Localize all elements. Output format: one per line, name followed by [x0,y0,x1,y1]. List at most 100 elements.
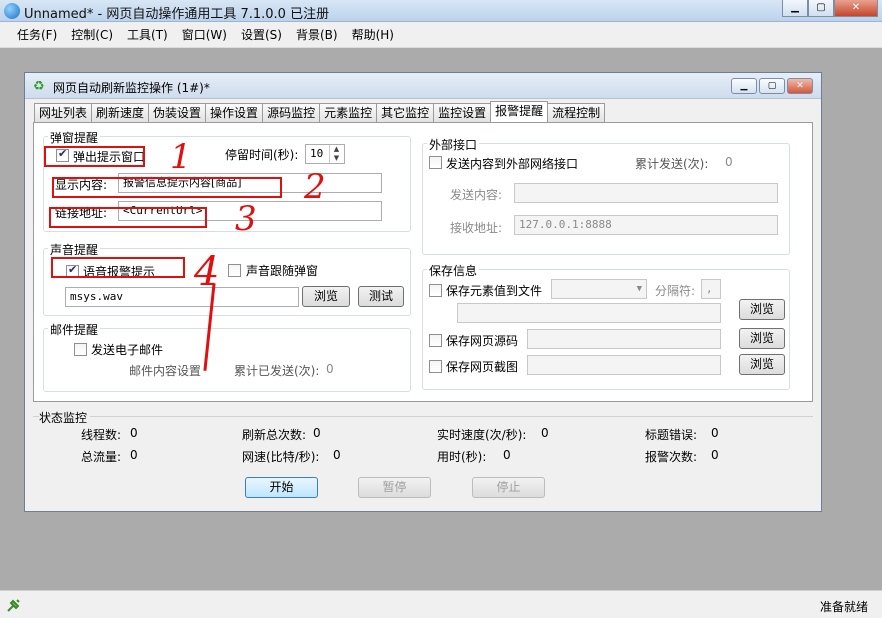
mail-group: 邮件提醒 发送电子邮件 邮件内容设置 累计已发送(次): 0 [43,321,411,392]
tab-source-monitor[interactable]: 源码监控 [262,103,321,122]
save-screenshot-path-input[interactable] [527,355,721,375]
save-element-select[interactable]: ▼ [551,279,647,299]
speed-label: 实时速度(次/秒): [437,428,527,442]
separator-input[interactable]: , [701,279,721,299]
annotation-box-4 [51,257,185,278]
external-receive-label: 接收地址: [450,221,503,235]
menu-window[interactable]: 窗口(W) [175,22,234,47]
tab-url-list[interactable]: 网址列表 [34,103,93,122]
tab-other-monitor[interactable]: 其它监控 [376,103,435,122]
menu-control[interactable]: 控制(C) [64,22,120,47]
status-group-title: 状态监控 [39,409,91,426]
menu-settings[interactable]: 设置(S) [234,22,289,47]
save-element-label: 保存元素值到文件 [446,284,543,298]
pause-button[interactable]: 暂停 [358,477,431,498]
separator-label: 分隔符: [655,284,696,298]
sound-follow-label: 声音跟随弹窗 [246,264,319,278]
tab-disguise[interactable]: 伪装设置 [148,103,207,122]
save-screenshot-label: 保存网页截图 [446,360,519,374]
status-ready-text: 准备就绪 [819,600,868,614]
close-button[interactable]: ✕ [834,0,878,17]
tab-alarm[interactable]: 报警提醒 [490,101,549,122]
status-group: 状态监控 线程数: 0 刷新总次数: 0 实时速度(次/秒): 0 标题错误: … [33,409,813,509]
start-button[interactable]: 开始 [245,477,318,498]
tab-monitor-settings[interactable]: 监控设置 [433,103,492,122]
maximize-button[interactable]: ▢ [808,0,834,17]
alarm-count-value: 0 [711,448,719,462]
mail-sent-count-value: 0 [326,362,334,376]
tab-element-monitor[interactable]: 元素监控 [319,103,378,122]
tab-operations[interactable]: 操作设置 [205,103,264,122]
save-screenshot-checkbox[interactable] [429,360,442,373]
external-send-checkbox[interactable] [429,156,442,169]
tab-strip: 网址列表 刷新速度 伪装设置 操作设置 源码监控 元素监控 其它监控 监控设置 … [34,101,606,122]
external-total-label: 累计发送(次): [635,157,709,171]
external-receive-input[interactable]: 127.0.0.1:8888 [514,215,778,235]
child-restore-button[interactable]: ▢ [759,78,785,94]
child-close-button[interactable]: ✕ [787,78,813,94]
stop-button[interactable]: 停止 [472,477,545,498]
net-speed-label: 网速(比特/秒): [242,450,320,464]
send-email-label: 发送电子邮件 [91,343,164,357]
menu-tools[interactable]: 工具(T) [120,22,175,47]
save-element-checkbox[interactable] [429,284,442,297]
sound-test-button[interactable]: 测试 [358,286,404,307]
sound-follow-checkbox[interactable] [228,264,241,277]
title-error-label: 标题错误: [645,428,698,442]
refresh-icon: ♻ [33,79,45,94]
save-source-label: 保存网页源码 [446,334,519,348]
menu-background[interactable]: 背景(B) [289,22,345,47]
sound-group-title: 声音提醒 [48,241,101,258]
external-send-label: 发送内容到外部网络接口 [446,157,579,171]
menu-task[interactable]: 任务(F) [10,22,64,47]
annotation-box-2 [52,177,282,198]
monitor-window-title: 网页自动刷新监控操作 (1#)* [53,81,210,95]
save-group-title: 保存信息 [427,262,480,279]
save-element-browse-button[interactable]: 浏览 [739,299,785,320]
send-email-checkbox[interactable] [74,343,87,356]
child-minimize-button[interactable]: ▁ [731,78,757,94]
annotation-box-1 [44,146,145,167]
external-group: 外部接口 发送内容到外部网络接口 累计发送(次): 0 发送内容: 接收地址: … [422,136,790,255]
net-speed-value: 0 [333,448,341,462]
minimize-button[interactable]: ▁ [782,0,808,17]
save-element-path-input[interactable] [457,303,721,323]
sound-browse-button[interactable]: 浏览 [302,286,350,307]
save-source-path-input[interactable] [527,329,721,349]
save-screenshot-browse-button[interactable]: 浏览 [739,354,785,375]
save-source-checkbox[interactable] [429,334,442,347]
annotation-number-1: 1 [170,137,192,177]
annotation-number-2: 2 [304,167,326,207]
sound-file-input[interactable]: msys.wav [65,287,299,307]
elapsed-value: 0 [503,448,511,462]
menu-help[interactable]: 帮助(H) [345,22,401,47]
external-content-input[interactable] [514,183,778,203]
refresh-total-label: 刷新总次数: [242,428,307,442]
monitor-window-controls: ▁ ▢ ✕ [731,78,813,94]
threads-label: 线程数: [81,428,122,442]
title-error-value: 0 [711,426,719,440]
mail-content-settings-link[interactable]: 邮件内容设置 [129,362,201,379]
alarm-tab-panel: 弹窗提醒 弹出提示窗口 停留时间(秒): 10 ▲▼ 显示内容: 报警信息提示内… [33,122,813,402]
annotation-number-4: 4 [194,249,220,295]
external-group-title: 外部接口 [427,136,480,153]
save-source-browse-button[interactable]: 浏览 [739,328,785,349]
elapsed-label: 用时(秒): [437,450,487,464]
annotation-box-3 [49,207,207,228]
app-statusbar: 准备就绪 [0,590,882,618]
tab-flow-control[interactable]: 流程控制 [547,103,606,122]
tab-refresh-speed[interactable]: 刷新速度 [91,103,150,122]
stay-time-label: 停留时间(秒): [225,148,299,162]
app-titlebar: Unnamed* - 网页自动操作通用工具 7.1.0.0 已注册 ▁ ▢ ✕ [0,0,882,22]
annotation-number-3: 3 [235,199,257,239]
plug-icon [7,599,20,612]
speed-value: 0 [541,426,549,440]
status-divider [33,416,813,417]
app-title: Unnamed* - 网页自动操作通用工具 7.1.0.0 已注册 [24,7,330,22]
stay-time-spinner[interactable]: ▲ ▼ [329,145,343,163]
popup-group-title: 弹窗提醒 [48,129,101,146]
monitor-window-titlebar: ♻ 网页自动刷新监控操作 (1#)* ▁ ▢ ✕ [25,73,821,99]
traffic-label: 总流量: [81,450,122,464]
mail-sent-count-label: 累计已发送(次): [234,364,320,378]
external-total-value: 0 [725,155,733,169]
